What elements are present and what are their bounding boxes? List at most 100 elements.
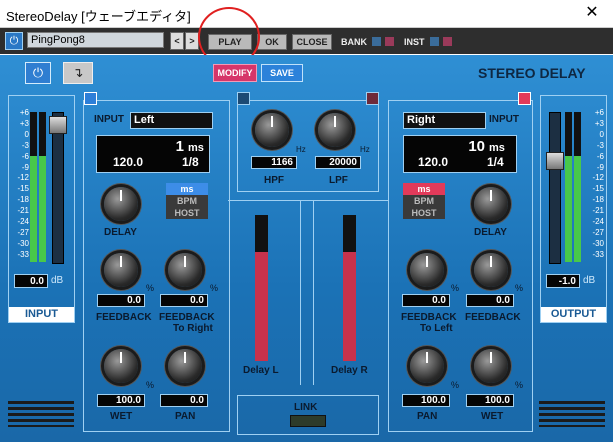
left-tempo: 120.0 [113,155,144,169]
left-wet-label: WET [110,411,133,422]
preset-name-field[interactable]: PingPong8 [27,32,164,48]
right-note: 1/4 [487,155,504,169]
ok-button[interactable]: OK [257,34,287,50]
route-arrow-icon[interactable]: ↴ [63,62,93,84]
left-crossfeed-sublabel: To Right [173,323,213,334]
delay-r-bar-fill [343,251,356,361]
link-toggle[interactable] [290,415,326,427]
hpf-value[interactable]: 1166 [251,156,297,169]
left-crossfeed-pct: % [210,283,219,293]
right-crossfeed-label: FEEDBACK [401,312,457,323]
input-meter-right [39,112,46,262]
left-feedback-label: FEEDBACK [96,312,152,323]
right-pan-knob[interactable] [410,349,444,383]
left-crossfeed-knob[interactable] [168,253,202,287]
left-feedback-knob[interactable] [104,253,138,287]
input-gain-value[interactable]: 0.0 [14,274,48,288]
output-gain-value[interactable]: -1.0 [546,274,580,288]
output-db-unit: dB [583,275,596,286]
right-delay-unit: ms [489,142,505,154]
save-button[interactable]: SAVE [261,64,303,82]
right-pan-label: PAN [417,411,438,422]
right-channel-select[interactable]: Right [403,112,486,129]
output-fader-handle[interactable] [546,152,564,170]
modify-button[interactable]: MODIFY [213,64,257,82]
right-crossfeed-pct: % [451,283,460,293]
right-delay-time: 10 [468,138,485,155]
right-crossfeed-knob[interactable] [410,253,444,287]
right-mode-ms[interactable]: ms [403,183,445,195]
left-link-indicator[interactable] [84,92,97,105]
left-feedback-pct: % [146,283,155,293]
filter-blue-indicator[interactable] [237,92,250,105]
right-delay-knob[interactable] [474,187,508,221]
left-crossfeed-label: FEEDBACK [159,312,215,323]
lpf-label: LPF [329,175,348,186]
bank-label: BANK [341,37,367,47]
delay-r-label: Delay R [331,365,368,376]
input-meter-left [30,112,37,262]
left-feedback-value[interactable]: 0.0 [97,294,145,307]
hpf-knob[interactable] [255,113,289,147]
delay-l-bar [255,215,268,361]
delay-frame-right [313,200,314,385]
input-fader-handle[interactable] [49,116,67,134]
power-icon[interactable]: ⏻ [5,32,23,50]
lpf-knob[interactable] [318,113,352,147]
delay-r-bar [343,215,356,361]
inst-blue-indicator[interactable] [430,37,439,46]
bypass-power-icon[interactable]: ⏻ [25,62,51,84]
inst-label: INST [404,37,425,47]
delay-frame-left [300,200,301,385]
input-meter-scale: +6 +3 0 -3 -6 -9 -12 -15 -18 -21 -24 -27 -30 -33 [17,108,29,259]
left-channel-select[interactable]: Left [130,112,213,129]
input-fader-track[interactable] [52,112,64,264]
right-link-indicator[interactable] [518,92,531,105]
output-meter-scale: +6 +3 0 -3 -6 -9 -12 -15 -18 -21 -24 -27 -30 -33 [592,108,604,259]
right-mode-host[interactable]: HOST [403,207,445,219]
left-wet-value[interactable]: 100.0 [97,394,145,407]
left-mode-ms[interactable]: ms [166,183,208,195]
output-meter-left [565,112,572,262]
left-pan-knob[interactable] [168,349,202,383]
left-mode-host[interactable]: HOST [166,207,208,219]
right-tempo: 120.0 [418,155,449,169]
window-close-icon[interactable]: ✕ [578,3,606,23]
left-crossfeed-value[interactable]: 0.0 [160,294,208,307]
close-button[interactable]: CLOSE [292,34,332,50]
output-fader-track[interactable] [549,112,561,264]
preset-prev-button[interactable]: < [170,32,184,50]
right-wet-value[interactable]: 100.0 [466,394,514,407]
preset-next-button[interactable]: > [185,32,199,50]
left-mode-bpm[interactable]: BPM [166,195,208,207]
delay-l-label: Delay L [243,365,279,376]
hpf-hz-unit: Hz [296,145,306,154]
right-wet-label: WET [481,411,504,422]
bank-blue-indicator[interactable] [372,37,381,46]
lpf-value[interactable]: 20000 [315,156,361,169]
input-db-unit: dB [51,275,64,286]
bank-red-indicator[interactable] [385,37,394,46]
right-feedback-knob[interactable] [474,253,508,287]
right-feedback-value[interactable]: 0.0 [466,294,514,307]
left-pan-value[interactable]: 0.0 [160,394,208,407]
right-crossfeed-sublabel: To Left [420,323,453,334]
toolbar: ⏻ PingPong8 < > PLAY OK CLOSE BANK INST [0,28,613,54]
delay-l-bar-fill [255,251,268,361]
right-mode-bpm[interactable]: BPM [403,195,445,207]
left-delay-time: 1 [175,138,184,155]
left-pan-label: PAN [175,411,196,422]
inst-red-indicator[interactable] [443,37,452,46]
output-meter-right [574,112,581,262]
product-title: STEREO DELAY [478,65,586,81]
input-section-label: INPUT [9,307,74,322]
left-delay-label: DELAY [104,227,137,238]
right-wet-knob[interactable] [474,349,508,383]
right-pan-value[interactable]: 100.0 [402,394,450,407]
right-crossfeed-value[interactable]: 0.0 [402,294,450,307]
delay-bars-frame [228,200,388,381]
left-delay-knob[interactable] [104,187,138,221]
left-wet-knob[interactable] [104,349,138,383]
left-wet-pct: % [146,380,155,390]
filter-red-indicator[interactable] [366,92,379,105]
